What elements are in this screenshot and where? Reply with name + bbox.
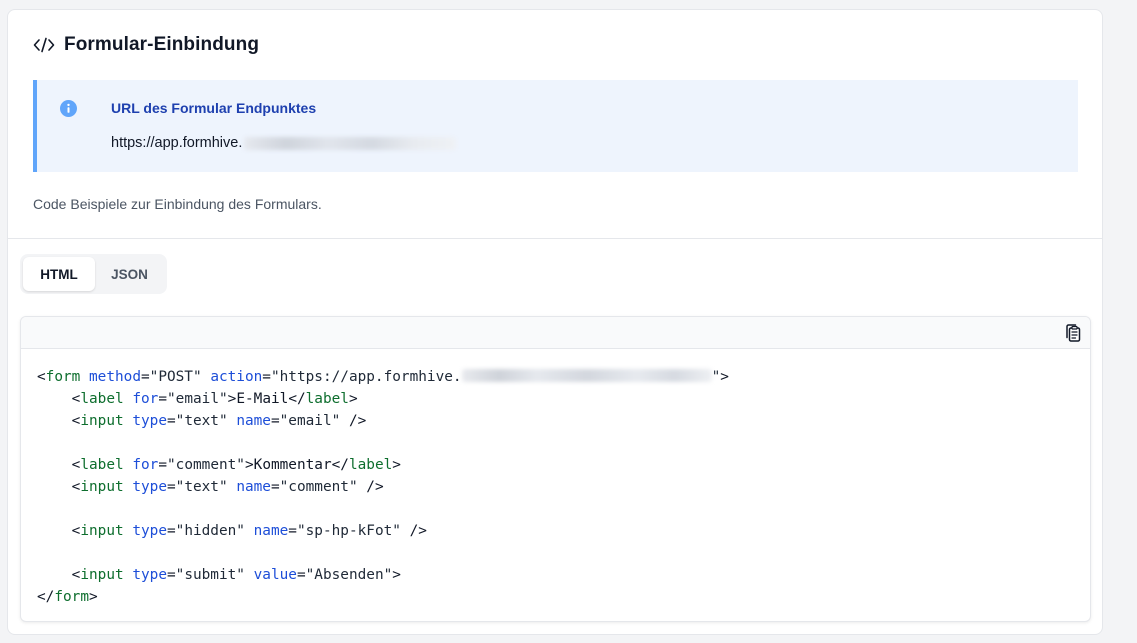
description-text: Code Beispiele zur Einbindung des Formul…: [33, 196, 322, 212]
tab-html[interactable]: HTML: [23, 257, 95, 291]
code-line: <label for="email">E-Mail</label>: [37, 391, 358, 407]
code-format-tabs: HTML JSON: [20, 254, 167, 294]
form-embed-card: Formular-Einbindung URL des Formular End…: [7, 9, 1103, 635]
endpoint-url-text: https://app.formhive.: [111, 135, 243, 151]
code-icon: [33, 36, 55, 54]
code-panel: <form method="POST" action="https://app.…: [20, 316, 1091, 622]
code-toolbar: [21, 317, 1090, 349]
endpoint-title: URL des Formular Endpunktes: [111, 100, 317, 116]
clipboard-copy-icon[interactable]: [1063, 323, 1083, 343]
code-line: <label for="comment">Kommentar</label>: [37, 457, 401, 473]
code-line: <input type="hidden" name="sp-hp-kFot" /…: [37, 523, 427, 539]
divider: [8, 238, 1102, 239]
redacted-url-part: [461, 369, 712, 382]
code-line: <input type="text" name="email" />: [37, 413, 367, 429]
code-line: </form>: [37, 589, 98, 605]
code-line: <form method="POST" action="https://app.…: [37, 369, 729, 385]
endpoint-info-box: URL des Formular Endpunktes https://app.…: [33, 80, 1078, 172]
card-header: Formular-Einbindung: [33, 32, 259, 58]
code-line: <input type="submit" value="Absenden">: [37, 567, 401, 583]
page-title: Formular-Einbindung: [64, 34, 260, 55]
redacted-url-part: [244, 136, 457, 150]
code-line: <input type="text" name="comment" />: [37, 479, 384, 495]
code-block[interactable]: <form method="POST" action="https://app.…: [37, 366, 729, 608]
endpoint-url[interactable]: https://app.formhive.: [111, 135, 457, 151]
info-icon: [60, 100, 77, 117]
tab-json[interactable]: JSON: [95, 257, 164, 291]
